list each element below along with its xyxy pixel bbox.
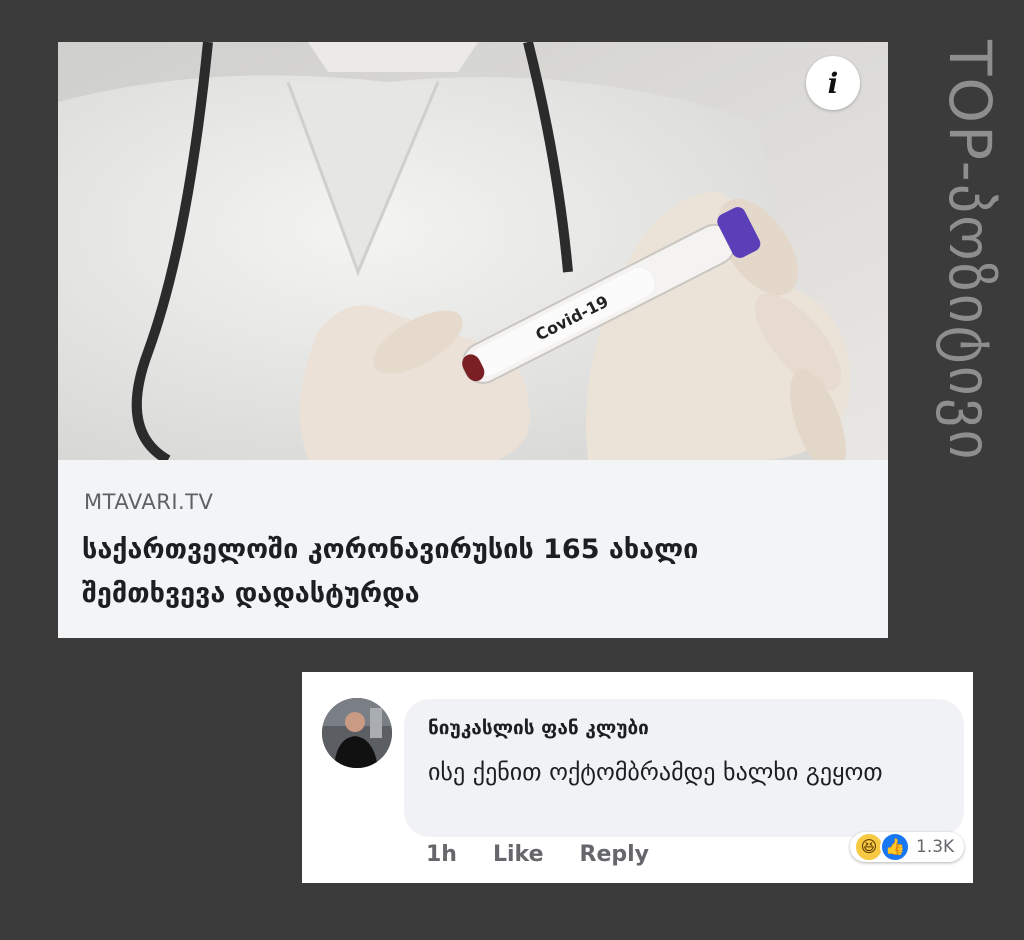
reaction-count: 1.3K — [916, 837, 955, 857]
like-icon: 👍 — [880, 832, 910, 862]
comment-timestamp[interactable]: 1h — [426, 842, 457, 872]
article-meta: MTAVARI.TV საქართველოში კორონავირუსის 16… — [58, 460, 888, 638]
article-headline[interactable]: საქართველოში კორონავირუსის 165 ახალი შემ… — [82, 528, 842, 616]
covid-test-photo: Covid-19 — [58, 42, 888, 460]
comment-bubble: ნიუკასლის ფან კლუბი ისე ქენით ოქტომბრამდ… — [404, 699, 964, 837]
comment-actions: 1h Like Reply — [426, 842, 649, 872]
reaction-summary[interactable]: 😆 👍 1.3K — [850, 832, 965, 862]
avatar-photo — [322, 698, 392, 768]
reply-button[interactable]: Reply — [580, 842, 650, 872]
link-preview-card[interactable]: Covid-19 i MTAVARI.TV საქართველოში კორონ… — [58, 42, 888, 638]
article-source: MTAVARI.TV — [84, 490, 214, 514]
comment-card: ნიუკასლის ფან კლუბი ისე ქენით ოქტომბრამდ… — [302, 672, 973, 883]
side-watermark-title: TOP-პოზიტივი — [936, 40, 1004, 462]
like-button[interactable]: Like — [493, 842, 544, 872]
info-icon[interactable]: i — [806, 56, 860, 110]
avatar[interactable] — [322, 698, 392, 768]
article-image[interactable]: Covid-19 i — [58, 42, 888, 460]
comment-text: ისე ქენით ოქტომბრამდე ხალხი გეყოთ — [428, 758, 883, 786]
comment-author[interactable]: ნიუკასლის ფან კლუბი — [428, 717, 649, 739]
